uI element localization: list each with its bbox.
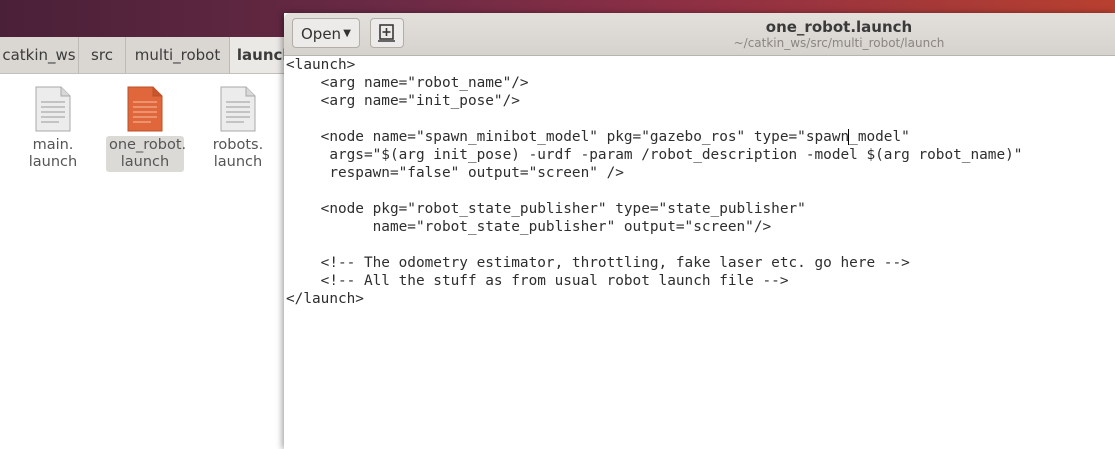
text-file-icon xyxy=(220,86,256,132)
new-document-icon xyxy=(371,24,403,51)
window-subtitle: ~/catkin_ws/src/multi_robot/launch xyxy=(733,36,945,50)
file-main-launch[interactable]: main. launch xyxy=(14,82,92,206)
text-cursor xyxy=(848,129,850,145)
code-line[interactable]: name="robot_state_publisher" output="scr… xyxy=(286,218,1115,236)
code-line[interactable]: <!-- The odometry estimator, throttling,… xyxy=(286,254,1115,272)
file-one-robot-launch[interactable]: one_robot. launch xyxy=(106,82,186,206)
code-line[interactable]: args="$(arg init_pose) -urdf -param /rob… xyxy=(286,146,1115,164)
code-line[interactable]: </launch> xyxy=(286,290,1115,308)
code-line[interactable]: <node pkg="robot_state_publisher" type="… xyxy=(286,200,1115,218)
new-document-button[interactable] xyxy=(370,18,404,48)
file-label: one_robot. launch xyxy=(106,136,186,172)
open-button[interactable]: Open ▼ xyxy=(292,18,360,48)
code-line[interactable]: <!-- All the stuff as from usual robot l… xyxy=(286,272,1115,290)
header-bar: Open ▼ one_robot.launch ~/catkin_ws/src/… xyxy=(284,13,1115,56)
code-line[interactable]: <node name="spawn_minibot_model" pkg="ga… xyxy=(286,128,1115,146)
file-label: robots. launch xyxy=(212,137,264,170)
breadcrumb-multi-robot[interactable]: multi_robot xyxy=(126,37,230,73)
breadcrumb-src[interactable]: src xyxy=(79,37,126,73)
text-file-icon xyxy=(35,86,71,132)
file-robots-launch[interactable]: robots. launch xyxy=(199,82,277,206)
open-button-label: Open xyxy=(301,25,342,43)
file-grid: main. launch one_robot. launch robots. l… xyxy=(0,74,300,449)
file-manager-window: catkin_ws src multi_robot launch main. l… xyxy=(0,37,300,449)
code-text[interactable]: <launch> <arg name="robot_name"/> <arg n… xyxy=(284,56,1115,308)
code-line[interactable] xyxy=(286,182,1115,200)
code-line[interactable]: <arg name="robot_name"/> xyxy=(286,74,1115,92)
text-file-icon xyxy=(127,86,163,132)
code-editor[interactable]: <launch> <arg name="robot_name"/> <arg n… xyxy=(284,56,1115,449)
text-editor-window: Open ▼ one_robot.launch ~/catkin_ws/src/… xyxy=(284,13,1115,449)
code-line[interactable]: respawn="false" output="screen" /> xyxy=(286,164,1115,182)
breadcrumb-catkin-ws[interactable]: catkin_ws xyxy=(0,37,79,73)
file-label: main. launch xyxy=(28,137,78,170)
code-line[interactable] xyxy=(286,236,1115,254)
breadcrumb: catkin_ws src multi_robot launch xyxy=(0,37,300,74)
code-line[interactable] xyxy=(286,110,1115,128)
code-line[interactable]: <arg name="init_pose"/> xyxy=(286,92,1115,110)
window-title: one_robot.launch xyxy=(765,18,913,36)
code-line[interactable]: <launch> xyxy=(286,56,1115,74)
chevron-down-icon: ▼ xyxy=(343,28,351,39)
